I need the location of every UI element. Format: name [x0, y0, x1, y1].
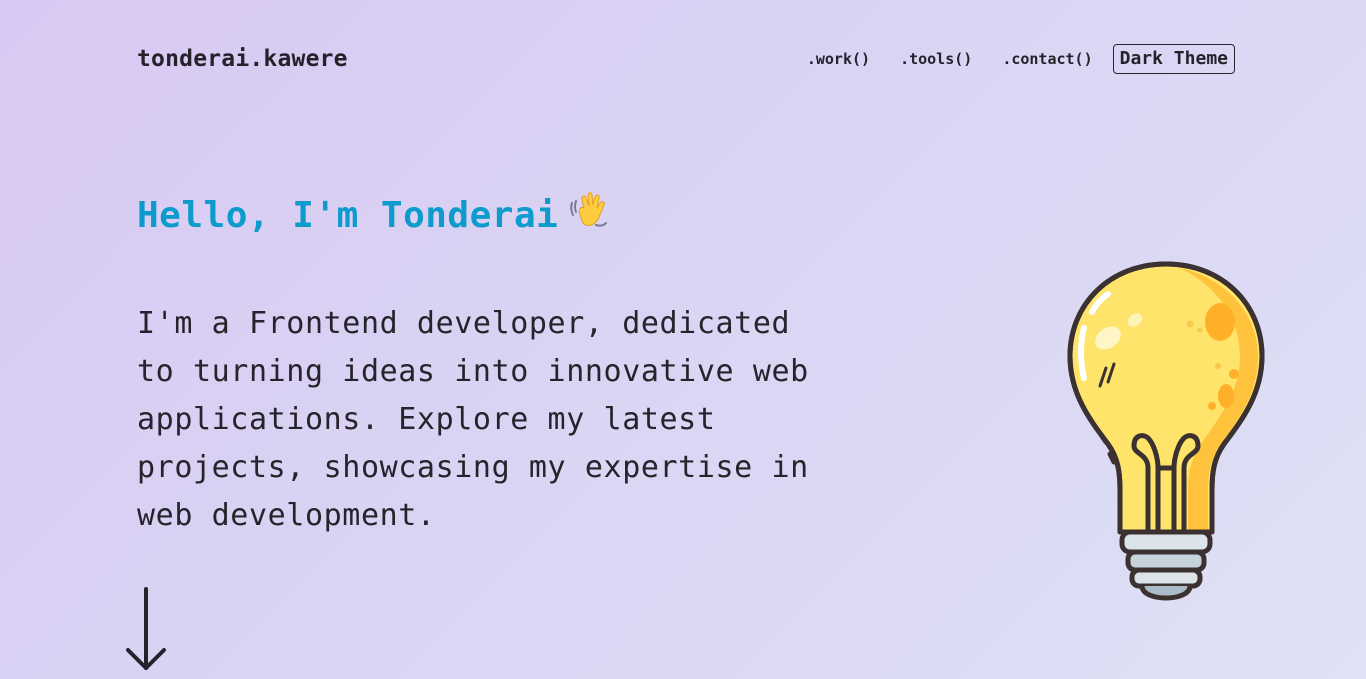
site-header: tonderai.kawere .work() .tools() .contac…	[137, 40, 1235, 78]
site-logo[interactable]: tonderai.kawere	[137, 46, 348, 72]
nav-link-contact[interactable]: .contact()	[1002, 50, 1092, 68]
nav-link-tools[interactable]: .tools()	[900, 50, 972, 68]
hero-title-text: Hello, I'm Tonderai	[137, 195, 559, 236]
dark-theme-toggle-button[interactable]: Dark Theme	[1112, 44, 1235, 74]
lightbulb-icon	[1062, 258, 1274, 618]
main-nav: .work() .tools() .contact() Dark Theme	[807, 44, 1235, 74]
arrow-down-icon[interactable]	[124, 586, 168, 678]
hero-description: I'm a Frontend developer, dedicated to t…	[137, 306, 809, 533]
nav-link-work[interactable]: .work()	[807, 50, 870, 68]
hero-heading: Hello, I'm Tonderai	[137, 188, 857, 250]
hero-section: Hello, I'm Tonderai I'm a Frontend devel…	[137, 188, 857, 540]
waving-hand-icon	[566, 189, 610, 250]
